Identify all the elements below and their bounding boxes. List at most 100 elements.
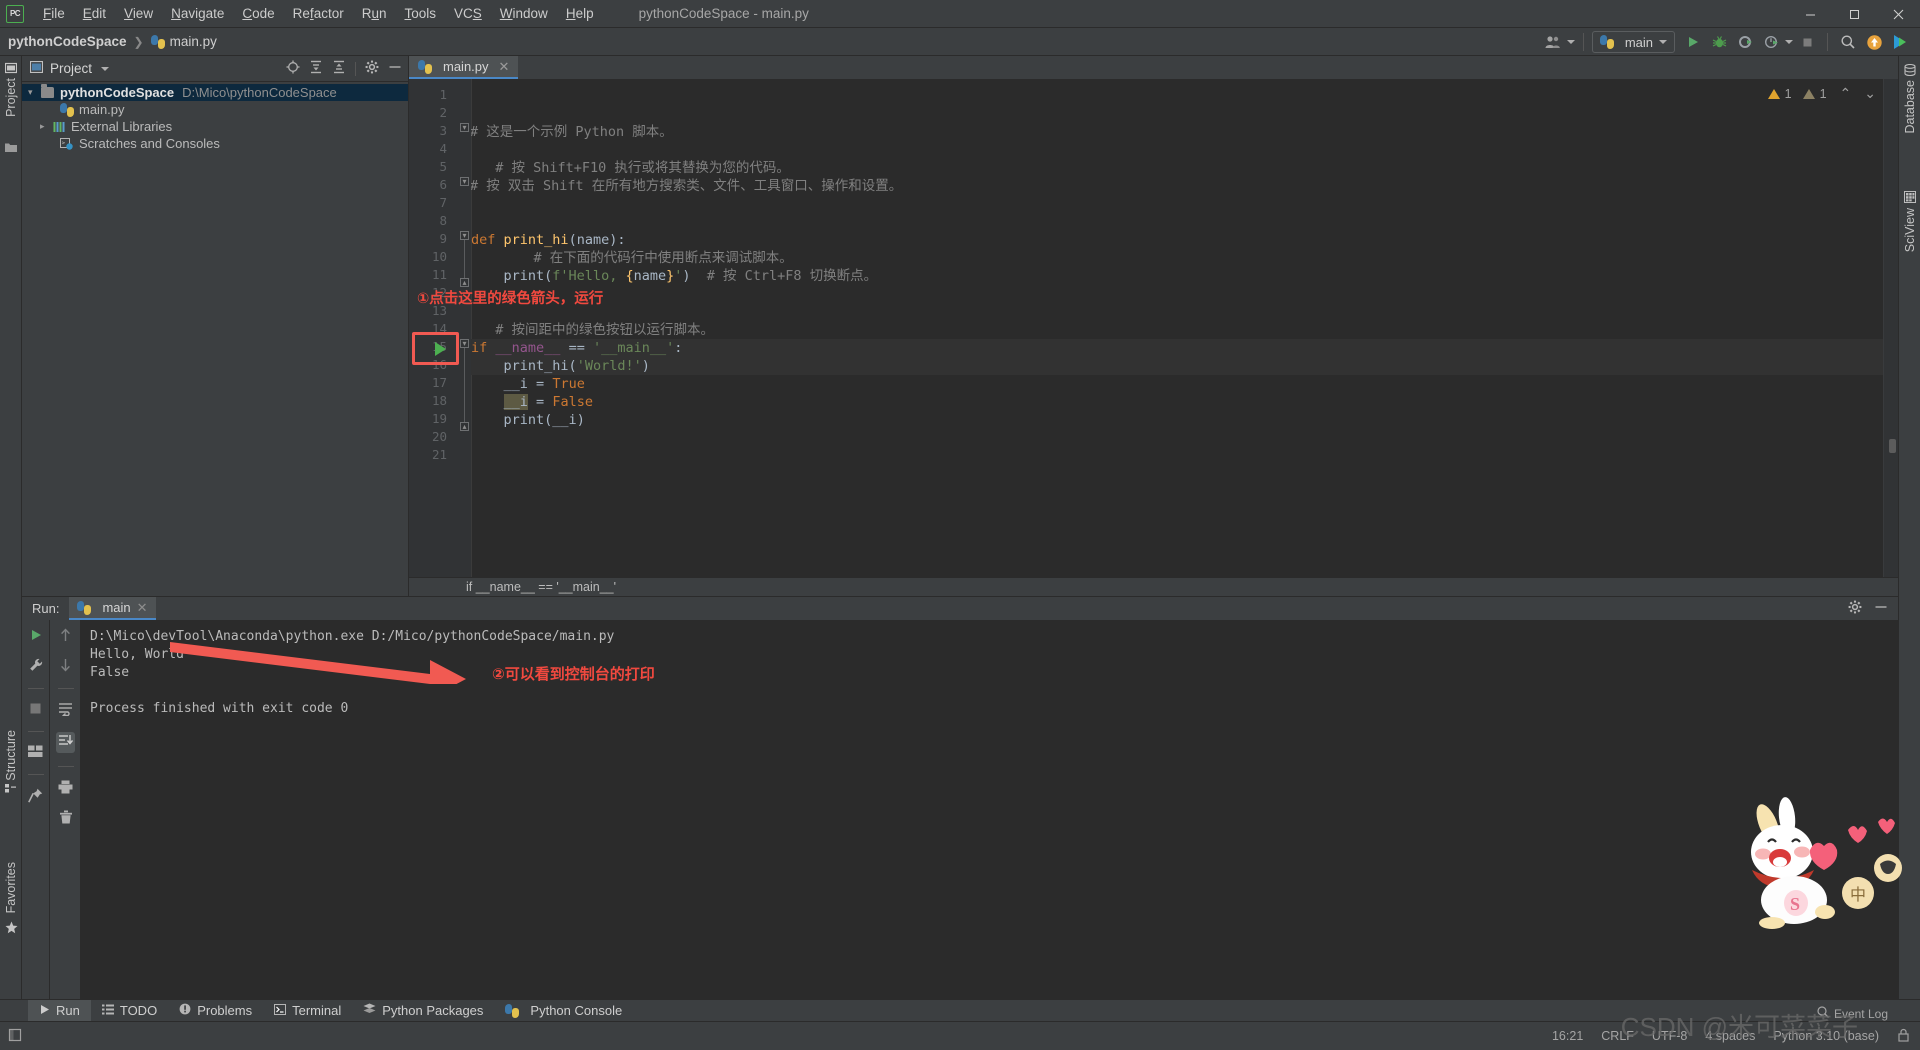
bottom-tab-python-packages[interactable]: Python Packages: [352, 1000, 494, 1022]
code-line-16: print_hi('World!'): [471, 357, 1898, 375]
close-button[interactable]: [1876, 0, 1920, 28]
inspection-widget[interactable]: 1 1 ⌃ ⌄: [1767, 85, 1876, 102]
fold-marker-icon[interactable]: ▾: [460, 339, 469, 348]
expand-all-icon[interactable]: [309, 60, 323, 77]
coverage-icon[interactable]: [1733, 31, 1757, 53]
tree-item-project-root[interactable]: ▾ pythonCodeSpace D:\Mico\pythonCodeSpac…: [22, 84, 408, 101]
code-editor[interactable]: 1 2 3 4 5 6 7 8 9 10 11 12 13 14 15 16 1…: [409, 79, 1898, 596]
run-tab-main[interactable]: main ✕: [69, 597, 156, 620]
line-number: 18: [431, 393, 447, 408]
profiler-icon[interactable]: [1759, 31, 1783, 53]
debug-icon[interactable]: [1707, 31, 1731, 53]
bottom-tab-problems[interactable]: Problems: [168, 1000, 263, 1022]
menu-code[interactable]: Code: [233, 2, 283, 25]
maximize-button[interactable]: [1832, 0, 1876, 28]
print-icon[interactable]: [58, 780, 73, 797]
menu-edit[interactable]: Edit: [74, 2, 115, 25]
user-group-caret-icon[interactable]: [1566, 40, 1575, 44]
collapse-all-icon[interactable]: [332, 60, 346, 77]
menu-file[interactable]: File: [34, 2, 74, 25]
pin-icon[interactable]: [28, 788, 43, 806]
fold-marker-icon[interactable]: ▴: [460, 422, 469, 431]
close-icon[interactable]: ✕: [499, 59, 510, 75]
line-number: 4: [439, 141, 447, 156]
menu-vcs[interactable]: VCS: [445, 2, 491, 25]
stop-icon[interactable]: [29, 702, 42, 718]
line-number: 19: [431, 411, 447, 426]
todo-icon: [101, 1003, 114, 1018]
user-group-icon[interactable]: [1541, 31, 1565, 53]
menu-window[interactable]: Window: [491, 2, 557, 25]
menu-refactor[interactable]: Refactor: [284, 2, 353, 25]
scroll-to-end-icon[interactable]: [56, 732, 75, 753]
breadcrumb-project[interactable]: pythonCodeSpace: [8, 34, 127, 49]
chevron-expanded-icon[interactable]: ▾: [28, 87, 41, 98]
search-icon[interactable]: [1836, 31, 1860, 53]
editor-scrollbar-track[interactable]: [1884, 79, 1898, 596]
wrench-icon[interactable]: [29, 658, 43, 675]
minimize-icon[interactable]: [1874, 600, 1888, 617]
code-text[interactable]: # 这是一个示例 Python 脚本。 # 按 Shift+F10 执行或将其替…: [471, 79, 1898, 596]
code-line-14: # 按间距中的绿色按钮以运行脚本。: [479, 322, 715, 338]
project-panel-chevron-icon[interactable]: [101, 66, 110, 71]
tree-item-label: main.py: [79, 102, 125, 117]
fold-marker-icon[interactable]: ▾: [460, 231, 469, 240]
menu-help[interactable]: Help: [557, 2, 603, 25]
menu-view[interactable]: View: [115, 2, 162, 25]
scroll-down-icon[interactable]: [59, 658, 72, 675]
rerun-icon[interactable]: [29, 628, 43, 645]
line-number: 11: [431, 267, 447, 282]
menu-navigate[interactable]: Navigate: [162, 2, 233, 25]
editor-tab-main-py[interactable]: main.py ✕: [409, 56, 519, 79]
lock-icon[interactable]: [1897, 1028, 1910, 1045]
gear-icon[interactable]: [1848, 600, 1862, 617]
gear-icon[interactable]: [365, 60, 379, 77]
show-tool-windows-icon[interactable]: [8, 1028, 22, 1045]
tree-item-external-libraries[interactable]: ▸ External Libraries: [22, 118, 408, 135]
hide-panel-icon[interactable]: [388, 60, 402, 77]
right-stripe-database-label[interactable]: Database: [1903, 80, 1917, 134]
minimize-button[interactable]: [1788, 0, 1832, 28]
chevron-down-icon: [1659, 40, 1667, 44]
bottom-tab-todo[interactable]: TODO: [91, 1000, 168, 1022]
left-stripe-favorites-label[interactable]: Favorites: [4, 862, 18, 913]
fold-marker-icon[interactable]: ▾: [460, 177, 469, 186]
stop-icon[interactable]: [1795, 31, 1819, 53]
bottom-tab-python-console[interactable]: Python Console: [494, 1000, 633, 1022]
close-icon[interactable]: ✕: [137, 600, 148, 616]
chevron-collapsed-icon[interactable]: ▸: [40, 121, 53, 132]
bottom-tab-terminal[interactable]: Terminal: [263, 1000, 352, 1022]
fold-marker-icon[interactable]: ▾: [460, 123, 469, 132]
breadcrumb-file[interactable]: main.py: [170, 34, 217, 49]
code-folding-column[interactable]: ▾ ▾ ▾ ▴ ▾ ▴: [457, 79, 471, 596]
fold-marker-icon[interactable]: ▴: [460, 278, 469, 287]
code-line-5: # 按 Shift+F10 执行或将其替换为您的代码。: [479, 160, 790, 176]
run-icon[interactable]: [1681, 31, 1705, 53]
update-icon[interactable]: [1862, 31, 1886, 53]
scroll-up-icon[interactable]: [59, 628, 72, 645]
bottom-tab-run[interactable]: Run: [28, 999, 91, 1022]
right-stripe-sciview-label[interactable]: SciView: [1903, 208, 1917, 252]
folder-stripe-icon[interactable]: [5, 141, 17, 153]
python-file-icon: [60, 102, 74, 117]
editor-breadcrumb-text[interactable]: if __name__ == '__main__': [466, 580, 616, 594]
tree-item-scratches[interactable]: > Scratches and Consoles: [22, 135, 408, 152]
tree-item-main-py[interactable]: main.py: [22, 101, 408, 118]
layout-icon[interactable]: [28, 745, 43, 761]
menu-run[interactable]: Run: [353, 2, 396, 25]
trash-icon[interactable]: [59, 810, 73, 827]
scroll-from-source-icon[interactable]: [286, 60, 300, 77]
toolbar-divider: [1582, 33, 1584, 51]
prev-problem-icon[interactable]: ⌃: [1840, 85, 1852, 102]
ide-icon[interactable]: [1888, 31, 1912, 53]
editor-scrollbar-thumb[interactable]: [1889, 439, 1896, 453]
left-stripe-structure-label[interactable]: Structure: [4, 730, 18, 781]
soft-wrap-icon[interactable]: [58, 702, 73, 719]
run-configuration-selector[interactable]: main: [1591, 31, 1675, 53]
bottom-tab-label: TODO: [119, 1003, 158, 1018]
left-stripe-project-label[interactable]: Project: [4, 78, 18, 117]
code-line-15: if __name__ == '__main__':: [471, 339, 1898, 357]
menu-tools[interactable]: Tools: [395, 2, 445, 25]
next-problem-icon[interactable]: ⌄: [1864, 85, 1876, 102]
profiler-caret-icon[interactable]: [1785, 40, 1793, 44]
